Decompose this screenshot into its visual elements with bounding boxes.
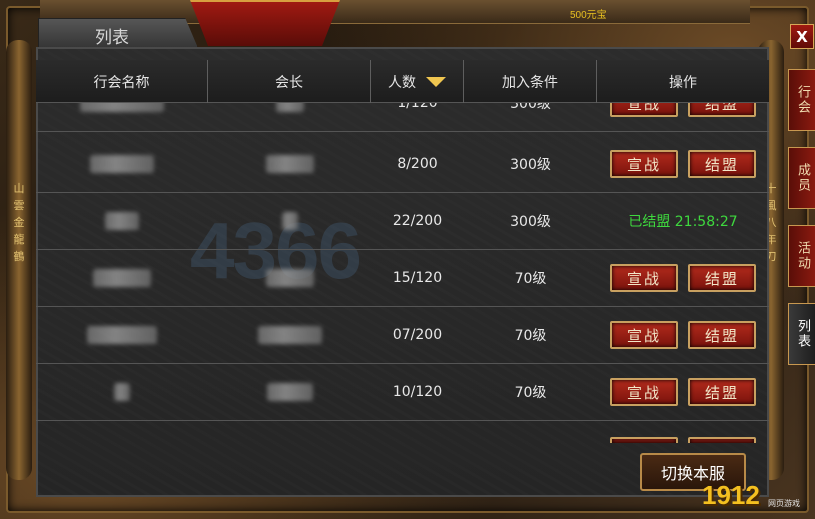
members-cell: 22/200 <box>392 213 443 229</box>
redacted-guild-name <box>93 269 151 287</box>
redacted-guild-name <box>87 326 157 344</box>
gold-currency-text: 500元宝 <box>570 10 607 21</box>
alliance-button[interactable] <box>688 436 756 443</box>
guild-name-cell <box>36 250 208 307</box>
alliance-button[interactable]: 结盟 <box>688 321 756 349</box>
guild-name-cell <box>36 364 208 421</box>
condition-cell <box>464 421 597 444</box>
redacted-leader-name <box>281 212 298 230</box>
action-cell: 宣战 结盟 <box>597 307 769 364</box>
leader-cell <box>208 103 371 132</box>
tab-members-label: 成员 <box>795 163 810 193</box>
action-cell: 宣战 结盟 <box>597 364 769 421</box>
table-row: 22/200 300级 已结盟 21:58:27 <box>36 193 769 250</box>
alliance-button[interactable]: 结盟 <box>688 264 756 292</box>
tab-members[interactable]: 成员 <box>788 147 815 209</box>
members-cell: 8/200 <box>397 156 438 172</box>
header-members-sort[interactable]: 人数 <box>371 60 464 103</box>
header-guild-name: 行会名称 <box>36 60 208 103</box>
action-cell: 宣战 结盟 <box>597 103 769 132</box>
declare-war-button[interactable]: 宣战 <box>610 378 678 406</box>
alliance-status-text: 已结盟 21:58:27 <box>628 214 738 230</box>
action-cell: 宣战 结盟 <box>597 136 769 193</box>
tab-activity[interactable]: 活动 <box>788 225 815 287</box>
members-cell: 07/200 <box>392 327 443 343</box>
condition-cell: 70级 <box>514 271 547 287</box>
declare-war-button[interactable] <box>610 436 678 443</box>
redacted-guild-name <box>90 155 154 173</box>
redacted-leader-name <box>257 326 322 344</box>
members-cell: 1/120 <box>397 103 438 111</box>
tab-guild[interactable]: 行会 <box>788 69 815 131</box>
members-cell <box>371 421 464 444</box>
tab-activity-label: 活动 <box>795 241 810 271</box>
alliance-button[interactable]: 结盟 <box>688 103 756 117</box>
brand-logo-sub: 网页游戏 <box>768 499 800 508</box>
table-row: 07/200 70级 宣战 结盟 <box>36 307 769 364</box>
redacted-guild-name <box>105 212 139 230</box>
guild-name-cell <box>36 136 208 193</box>
header-condition: 加入条件 <box>464 60 597 103</box>
table-row <box>36 421 769 443</box>
red-ribbon-ornament <box>190 0 340 46</box>
members-cell: 10/120 <box>392 384 443 400</box>
alliance-button[interactable]: 结盟 <box>688 150 756 178</box>
page-title: 列表 <box>95 28 129 48</box>
guild-rows[interactable]: 1/120 300级 宣战 结盟 8/200 300级 宣战 结盟 22/200… <box>36 103 769 443</box>
left-pillar-glyphs: 山雲金龍鶴 <box>13 182 25 263</box>
header-members-label: 人数 <box>388 74 416 91</box>
condition-cell: 300级 <box>510 103 551 112</box>
declare-war-button[interactable]: 宣战 <box>610 150 678 178</box>
condition-cell: 300级 <box>510 157 551 173</box>
redacted-leader-name <box>265 269 314 287</box>
table-row: 8/200 300级 宣战 结盟 <box>36 136 769 193</box>
redacted-leader-name <box>265 155 314 173</box>
guild-name-cell <box>36 421 208 444</box>
leader-cell <box>208 193 371 250</box>
leader-cell <box>208 307 371 364</box>
close-button[interactable]: X <box>790 24 814 49</box>
tab-guild-label: 行会 <box>795 85 810 115</box>
leader-cell <box>208 250 371 307</box>
leader-cell <box>208 136 371 193</box>
header-leader: 会长 <box>208 60 371 103</box>
condition-cell: 70级 <box>514 385 547 401</box>
redacted-leader-name <box>275 103 304 112</box>
guild-name-cell <box>36 103 208 132</box>
alliance-button[interactable]: 结盟 <box>688 378 756 406</box>
redacted-guild-name <box>114 383 130 401</box>
table-header: 行会名称 会长 人数 加入条件 操作 <box>36 60 769 103</box>
table-row: 10/120 70级 宣战 结盟 <box>36 364 769 421</box>
header-action: 操作 <box>669 74 697 91</box>
guild-name-cell <box>36 307 208 364</box>
redacted-leader-name <box>266 383 313 401</box>
declare-war-button[interactable]: 宣战 <box>610 264 678 292</box>
table-row: 15/120 70级 宣战 结盟 <box>36 250 769 307</box>
condition-cell: 300级 <box>510 214 551 230</box>
declare-war-button[interactable]: 宣战 <box>610 103 678 117</box>
redacted-guild-name <box>80 103 164 112</box>
guild-name-cell <box>36 193 208 250</box>
sort-desc-icon <box>426 76 446 87</box>
table-row: 1/120 300级 宣战 结盟 <box>36 103 769 132</box>
members-cell: 15/120 <box>392 270 443 286</box>
brand-logo: 1912 <box>702 480 760 510</box>
leader-cell <box>208 364 371 421</box>
leader-cell <box>208 421 371 444</box>
declare-war-button[interactable]: 宣战 <box>610 321 678 349</box>
condition-cell: 70级 <box>514 328 547 344</box>
action-cell: 宣战 结盟 <box>597 250 769 307</box>
action-cell <box>597 421 769 443</box>
action-cell: 已结盟 21:58:27 <box>597 193 769 250</box>
tab-list-label: 列表 <box>795 319 810 349</box>
tab-list[interactable]: 列表 <box>788 303 815 365</box>
